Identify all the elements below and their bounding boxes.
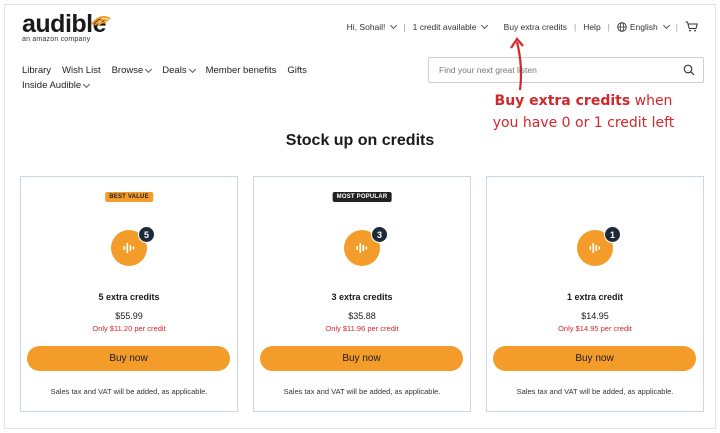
- chevron-down-icon: [83, 80, 91, 88]
- credit-count-badge: 5: [138, 226, 155, 243]
- help-link[interactable]: Help: [583, 22, 600, 32]
- credit-package-card: BEST VALUE 5 5 extra credits $55.99 Only…: [20, 176, 238, 412]
- best-value-badge: BEST VALUE: [105, 192, 153, 202]
- divider: |: [607, 21, 610, 32]
- search-icon[interactable]: [683, 64, 695, 76]
- chevron-down-icon: [145, 65, 153, 73]
- main-navigation: Library Wish List Browse Deals Member be…: [22, 64, 307, 92]
- arrow-up-icon: [510, 37, 524, 91]
- credit-count-badge: 1: [604, 226, 621, 243]
- credit-icon: 5: [111, 226, 155, 266]
- tax-note: Sales tax and VAT will be added, as appl…: [516, 387, 674, 396]
- buy-now-button[interactable]: Buy now: [493, 346, 696, 371]
- annotation-rest: when: [630, 93, 673, 109]
- nav-wish-list[interactable]: Wish List: [62, 65, 101, 76]
- credit-package-card: MOST POPULAR 3 3 extra credits $35.88 On…: [253, 176, 471, 412]
- package-price: $35.88: [348, 311, 376, 321]
- credits-menu[interactable]: 1 credit available: [412, 21, 489, 32]
- chevron-down-icon: [481, 21, 489, 29]
- credit-icon: 1: [577, 226, 621, 266]
- annotation-line-1: Buy extra credits when: [476, 90, 691, 112]
- search-input[interactable]: [439, 65, 683, 75]
- buy-now-button[interactable]: Buy now: [27, 346, 230, 371]
- nav-member-benefits[interactable]: Member benefits: [206, 65, 277, 76]
- per-credit-price: Only $11.20 per credit: [92, 324, 166, 333]
- account-menu[interactable]: Hi, Sohail!: [346, 21, 398, 32]
- most-popular-badge: MOST POPULAR: [332, 192, 392, 202]
- nav-inside-audible-label: Inside Audible: [22, 80, 82, 91]
- chevron-down-icon: [662, 21, 670, 29]
- credit-icon: 3: [344, 226, 388, 266]
- audible-signal-icon: [91, 15, 111, 26]
- language-label: English: [629, 21, 658, 32]
- search-bar: [428, 57, 704, 83]
- divider: |: [403, 21, 406, 32]
- annotation-callout: Buy extra credits when you have 0 or 1 c…: [476, 90, 691, 134]
- annotation-line-2: you have 0 or 1 credit left: [492, 115, 675, 131]
- nav-deals[interactable]: Deals: [162, 65, 196, 76]
- chevron-down-icon: [188, 65, 196, 73]
- per-credit-price: Only $14.95 per credit: [558, 324, 632, 333]
- page-title: Stock up on credits: [285, 132, 435, 149]
- tax-note: Sales tax and VAT will be added, as appl…: [283, 387, 441, 396]
- audio-bars-icon: [123, 243, 135, 253]
- package-name: 3 extra credits: [331, 292, 393, 302]
- package-name: 1 extra credit: [566, 292, 624, 302]
- chevron-down-icon: [390, 21, 398, 29]
- nav-inside-audible[interactable]: Inside Audible: [22, 80, 91, 91]
- audible-logo[interactable]: audible an amazon company: [22, 10, 111, 43]
- package-name: 5 extra credits: [98, 292, 160, 302]
- annotation-bold: Buy extra credits: [494, 93, 631, 109]
- tax-note: Sales tax and VAT will be added, as appl…: [50, 387, 208, 396]
- audio-bars-icon: [356, 243, 368, 253]
- credits-label: 1 credit available: [412, 21, 477, 32]
- credit-count-badge: 3: [371, 226, 388, 243]
- language-menu[interactable]: English: [617, 21, 670, 32]
- nav-gifts[interactable]: Gifts: [287, 65, 307, 76]
- nav-browse[interactable]: Browse: [111, 65, 153, 76]
- package-price: $14.95: [581, 311, 609, 321]
- credit-package-card: 1 1 extra credit $14.95 Only $14.95 per …: [486, 176, 704, 412]
- cart-icon[interactable]: [685, 21, 698, 32]
- nav-library[interactable]: Library: [22, 65, 51, 76]
- globe-icon: [617, 21, 627, 32]
- greeting-label: Hi, Sohail!: [346, 21, 386, 32]
- package-price: $55.99: [115, 311, 143, 321]
- buy-now-button[interactable]: Buy now: [260, 346, 463, 371]
- top-navigation: Hi, Sohail! | 1 credit available | Buy e…: [347, 21, 698, 32]
- buy-extra-credits-link[interactable]: Buy extra credits: [504, 22, 567, 32]
- nav-browse-label: Browse: [111, 65, 144, 76]
- per-credit-price: Only $11.96 per credit: [325, 324, 399, 333]
- nav-deals-label: Deals: [162, 65, 187, 76]
- divider: |: [675, 21, 678, 32]
- audio-bars-icon: [589, 243, 601, 253]
- divider: |: [573, 21, 577, 32]
